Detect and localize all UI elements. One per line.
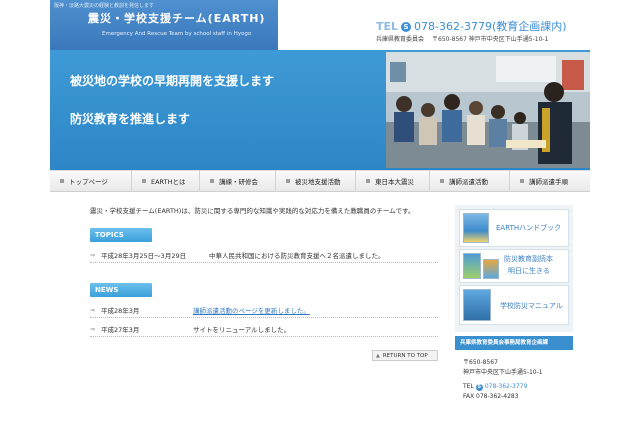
header-logo-area[interactable]: 阪神・淡路大震災の経験と教訓を発信します 震災・学校支援チーム(EARTH) E…	[50, 0, 278, 50]
skype-icon[interactable]: S	[401, 22, 412, 32]
hero-photo	[386, 52, 590, 168]
header-org-line: 兵庫県教育委員会 〒650-8567 神戸市中央区下山手通5-10-1	[376, 34, 548, 43]
row-divider	[90, 317, 438, 318]
banner-earth-handbook[interactable]: EARTHハンドブック	[459, 209, 569, 247]
site-subtitle: Emergency And Rescue Team by school staf…	[102, 31, 252, 37]
arrow-up-icon: ▲	[376, 352, 380, 359]
arrow-icon: ⇒	[90, 306, 96, 314]
nav-item-top[interactable]: トップページ	[50, 170, 132, 192]
news-text: サイトをリニューアルしました。	[193, 326, 291, 334]
textbook-cover-icon	[483, 259, 499, 279]
hero-banner: 被災地の学校の早期再開を支援します 防災教育を推進します	[50, 50, 590, 170]
nav-item-dispatch[interactable]: 講師派遣活動	[430, 170, 510, 192]
intro-link[interactable]: 震災・学校支援チーム(EARTH)は、防災に関する専門的な知識や実践的な対応力を…	[90, 207, 415, 215]
nav-bullet-icon	[210, 179, 214, 183]
nav-bullet-icon	[142, 179, 146, 183]
topics-row: ⇒ 平成28年3月25日～3月29日 中華人民共和国における防災教育支援へ２名派…	[90, 249, 438, 261]
arrow-icon: ⇒	[90, 325, 96, 333]
org-name: 兵庫県教育委員会	[376, 36, 425, 43]
nav-bullet-icon	[520, 179, 524, 183]
header-tagline: 阪神・淡路大震災の経験と教訓を発信します	[54, 3, 155, 9]
intro-text: 震災・学校支援チーム(EARTH)は、防災に関する専門的な知識や実践的な対応力を…	[90, 205, 415, 215]
return-to-top-button[interactable]: ▲ RETURN TO TOP	[372, 350, 438, 361]
row-divider	[90, 262, 438, 263]
nav-item-procedure[interactable]: 講師派遣手順	[510, 170, 590, 192]
banner-school-manual[interactable]: 学校防災マニュアル	[459, 285, 569, 325]
banner-label: 防災教育副読本	[504, 255, 553, 263]
org-address: 〒650-8567 神戸市中央区下山手通5-10-1	[432, 36, 549, 43]
header-contact: TEL S 078-362-3779(教育企画課内) 兵庫県教育委員会 〒650-85…	[278, 0, 590, 50]
skype-icon[interactable]: S	[475, 384, 483, 391]
main-nav: トップページ EARTHとは 講練・研修会 被災地支援活動 東日本大震災 講師派…	[50, 170, 590, 192]
tel-number[interactable]: 078-362-3779(教育企画課内)	[414, 20, 567, 33]
banner-label: 明日に生きる	[508, 267, 550, 275]
topics-heading: TOPICS	[90, 228, 152, 242]
nav-bullet-icon	[60, 179, 64, 183]
nav-item-about[interactable]: EARTHとは	[132, 170, 200, 192]
contact-heading: 兵庫県教育委員会事務局教育企画課	[455, 336, 573, 350]
contact-postal: 〒650-8567	[463, 359, 498, 366]
news-date: 平成27年3月	[101, 326, 140, 334]
textbook-cover-icon	[463, 253, 481, 279]
contact-address: 神戸市中央区下山手通5-10-1	[463, 369, 543, 376]
nav-item-tohoku[interactable]: 東日本大震災	[356, 170, 430, 192]
arrow-icon: ⇒	[90, 251, 96, 259]
nav-bullet-icon	[286, 179, 290, 183]
contact-tel: TEL S 078-362-3779	[463, 383, 528, 391]
nav-bullet-icon	[440, 179, 444, 183]
handbook-cover-icon	[463, 213, 489, 243]
manual-cover-icon	[463, 289, 491, 321]
news-row: ⇒ 平成27年3月 サイトをリニューアルしました。	[90, 323, 438, 335]
news-link[interactable]: 講師派遣活動のページを更新しました。	[193, 305, 310, 315]
header-tel: TEL S 078-362-3779(教育企画課内)	[376, 18, 567, 34]
banner-label: EARTHハンドブック	[496, 224, 562, 232]
contact-fax: FAX 078-362-4283	[463, 393, 519, 400]
nav-item-training[interactable]: 講練・研修会	[200, 170, 276, 192]
news-date: 平成28年3月	[101, 307, 140, 315]
site-title: 震災・学校支援チーム(EARTH)	[88, 12, 266, 25]
banner-textbook[interactable]: 防災教育副読本 明日に生きる	[459, 249, 569, 283]
topics-text: 中華人民共和国における防災教育支援へ２名派遣しました。	[209, 252, 385, 260]
topics-date: 平成28年3月25日～3月29日	[101, 252, 187, 260]
nav-bullet-icon	[366, 179, 370, 183]
hero-line-2: 防災教育を推進します	[70, 112, 191, 126]
banner-label: 学校防災マニュアル	[500, 302, 563, 310]
contact-info: 〒650-8567 神戸市中央区下山手通5-10-1 TEL S 078-362-3…	[455, 350, 573, 406]
news-heading: NEWS	[90, 283, 152, 297]
news-row: ⇒ 平成28年3月 講師派遣活動のページを更新しました。	[90, 304, 438, 316]
classroom-photo	[386, 52, 590, 168]
row-divider	[90, 336, 438, 337]
sidebar-banners: EARTHハンドブック 防災教育副読本 明日に生きる 学校防災マニュアル	[455, 205, 573, 332]
nav-item-support[interactable]: 被災地支援活動	[276, 170, 356, 192]
tel-label: TEL	[376, 20, 399, 33]
site-header: 阪神・淡路大震災の経験と教訓を発信します 震災・学校支援チーム(EARTH) E…	[50, 0, 590, 50]
hero-line-1: 被災地の学校の早期再開を支援します	[70, 74, 275, 88]
